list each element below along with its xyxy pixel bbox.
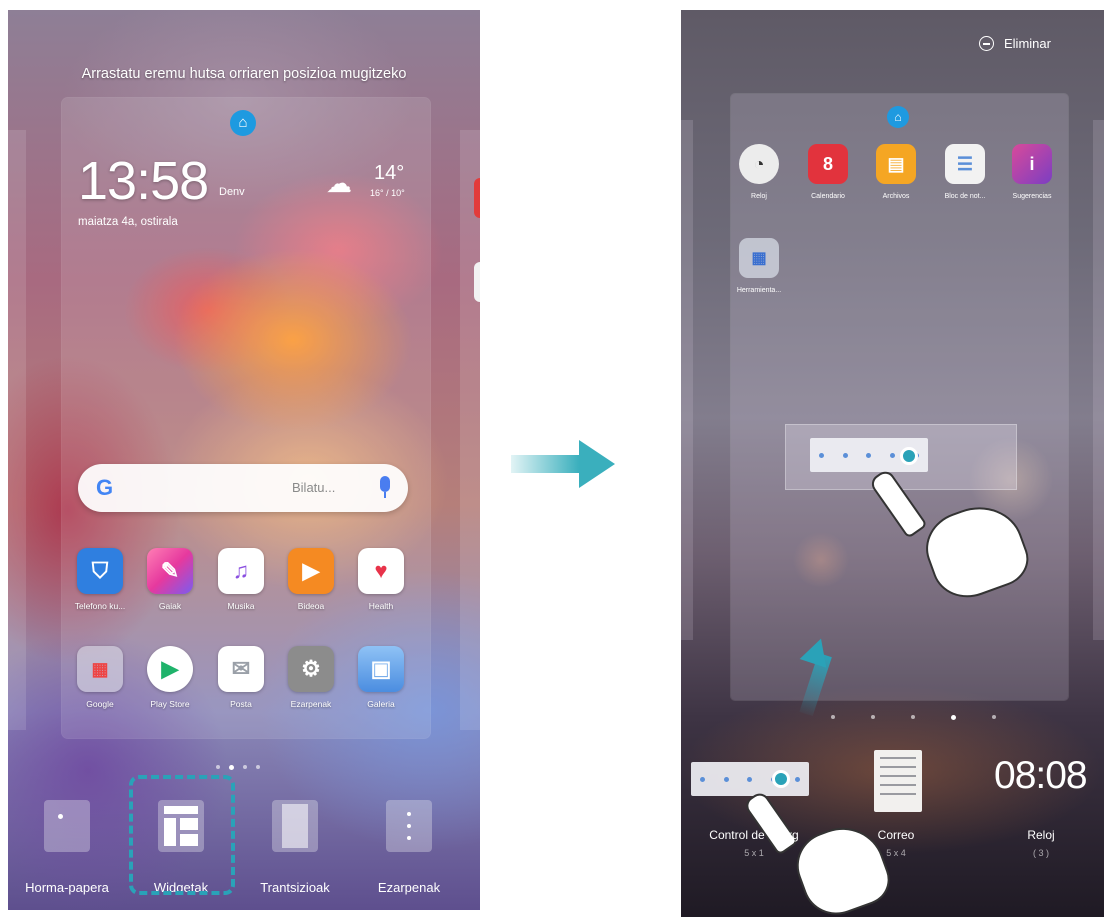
widget-size: 5 x 4 xyxy=(886,848,906,858)
shield-icon: ⛉ xyxy=(77,548,123,594)
calendar-icon: 8 xyxy=(808,144,848,184)
arrow-right-icon xyxy=(511,455,579,473)
app-label: Telefono ku... xyxy=(74,601,126,611)
app-settings[interactable]: ⚙ Ezarpenak xyxy=(281,646,341,709)
search-placeholder: Bilatu... xyxy=(292,480,336,495)
app-health[interactable]: ♥ Health xyxy=(351,548,411,611)
home-icon[interactable]: ⌂ xyxy=(230,110,256,136)
app-label: Bloc de not... xyxy=(944,193,986,200)
previous-page-preview[interactable] xyxy=(681,120,693,640)
google-icon: G xyxy=(96,475,114,500)
app-label: Google xyxy=(86,699,114,709)
delete-label: Eliminar xyxy=(1004,36,1051,51)
clock-time[interactable]: 13:58 xyxy=(78,150,209,212)
page-hint: Arrastatu eremu hutsa orriaren posizioa … xyxy=(81,66,407,82)
weather-temp[interactable]: 14° xyxy=(374,162,404,185)
arrow-right-head xyxy=(579,440,615,488)
dock-label: Horma-papera xyxy=(25,880,109,895)
video-icon: ▶ xyxy=(288,548,334,594)
dock-label: Ezarpenak xyxy=(377,880,441,895)
app-label: Bideoa xyxy=(297,601,325,611)
widget-power-control-preview[interactable] xyxy=(691,762,809,796)
notepad-icon: ☰ xyxy=(945,144,985,184)
app-notepad[interactable]: ☰ Bloc de not... xyxy=(935,144,995,200)
mail-icon: ✉ xyxy=(218,646,264,692)
play-store-icon: ▶ xyxy=(147,646,193,692)
app-video[interactable]: ▶ Bideoa xyxy=(281,548,341,611)
app-label: Archivos xyxy=(882,193,910,200)
app-themes[interactable]: ✎ Gaiak xyxy=(140,548,200,611)
dock-transitions[interactable]: Trantsizioak xyxy=(240,800,350,895)
left-phone-screen: Arrastatu eremu hutsa orriaren posizioa … xyxy=(8,10,480,910)
transitions-icon xyxy=(272,800,318,852)
app-label: Gaiak xyxy=(158,601,182,611)
app-label: Posta xyxy=(230,699,252,709)
right-phone-screen: Eliminar ⌂ ◔ Reloj 8 Calendario ▤ Archiv… xyxy=(681,10,1104,917)
app-music[interactable]: ♫ Musika xyxy=(211,548,271,611)
next-page-preview[interactable] xyxy=(460,130,480,730)
clock-city: Denv xyxy=(219,186,245,198)
heart-icon: ♥ xyxy=(358,548,404,594)
app-tips[interactable]: i Sugerencias xyxy=(1002,144,1062,200)
widgets-highlight xyxy=(129,775,235,895)
widget-label: Correo xyxy=(877,828,915,842)
app-tile xyxy=(474,262,480,302)
folder-tools[interactable]: ▦ Herramienta... xyxy=(729,238,789,294)
next-page-preview[interactable] xyxy=(1093,120,1104,640)
folder-icon: ▦ xyxy=(739,238,779,278)
folder-label: Herramienta... xyxy=(736,287,782,294)
app-label: Galeria xyxy=(367,699,395,709)
widget-size: 5 x 1 xyxy=(744,848,764,858)
dock-settings[interactable]: Ezarpenak xyxy=(354,800,464,895)
app-label: Reloj xyxy=(751,193,767,200)
dock-label: Trantsizioak xyxy=(260,880,330,895)
widget-clock-preview[interactable]: 08:08 xyxy=(994,754,1088,798)
app-label: Ezarpenak xyxy=(290,699,332,709)
app-label: Calendario xyxy=(811,193,845,200)
clock-icon: ◔ xyxy=(739,144,779,184)
app-gallery[interactable]: ▣ Galeria xyxy=(351,646,411,709)
app-google-folder[interactable]: ▦ Google xyxy=(70,646,130,709)
hand-finger xyxy=(742,789,799,856)
app-label: Sugerencias xyxy=(1012,193,1052,200)
app-files[interactable]: ▤ Archivos xyxy=(866,144,926,200)
folder-icon: ▦ xyxy=(77,646,123,692)
mic-icon-stand xyxy=(384,492,386,498)
app-play-store[interactable]: ▶ Play Store xyxy=(140,646,200,709)
brush-icon: ✎ xyxy=(147,548,193,594)
wallpaper-icon xyxy=(44,800,90,852)
app-label: Musika xyxy=(227,601,255,611)
widget-size: ( 3 ) xyxy=(1032,848,1049,858)
app-label: Health xyxy=(368,601,394,611)
widget-label: Control de energ xyxy=(709,828,799,842)
touch-point xyxy=(772,770,790,788)
minus-circle-icon xyxy=(979,36,994,51)
gallery-icon: ▣ xyxy=(358,646,404,692)
weather-range: 16° / 10° xyxy=(370,188,405,198)
files-icon: ▤ xyxy=(876,144,916,184)
settings-icon: ⚙ xyxy=(288,646,334,692)
clock-date: maiatza 4a, ostirala xyxy=(78,216,178,228)
mic-icon[interactable] xyxy=(380,476,390,492)
touch-point xyxy=(900,447,918,465)
more-settings-icon xyxy=(386,800,432,852)
widget-mail-preview[interactable] xyxy=(874,750,922,812)
app-clock[interactable]: ◔ Reloj xyxy=(729,144,789,200)
search-bar[interactable]: G Bilatu... xyxy=(78,464,408,512)
app-tile xyxy=(474,178,480,218)
page-indicator[interactable] xyxy=(216,765,260,770)
widget-label: Reloj xyxy=(1027,828,1055,842)
weather-icon: ☁ xyxy=(326,168,352,198)
home-icon[interactable]: ⌂ xyxy=(887,106,909,128)
tips-icon: i xyxy=(1012,144,1052,184)
dock-wallpaper[interactable]: Horma-papera xyxy=(12,800,122,895)
app-calendar[interactable]: 8 Calendario xyxy=(798,144,858,200)
page-indicator[interactable] xyxy=(831,715,996,720)
music-icon: ♫ xyxy=(218,548,264,594)
app-phone-manager[interactable]: ⛉ Telefono ku... xyxy=(70,548,130,611)
app-label: Play Store xyxy=(150,699,190,709)
delete-button[interactable]: Eliminar xyxy=(979,36,1051,51)
previous-page-preview[interactable] xyxy=(8,130,26,730)
app-mail[interactable]: ✉ Posta xyxy=(211,646,271,709)
